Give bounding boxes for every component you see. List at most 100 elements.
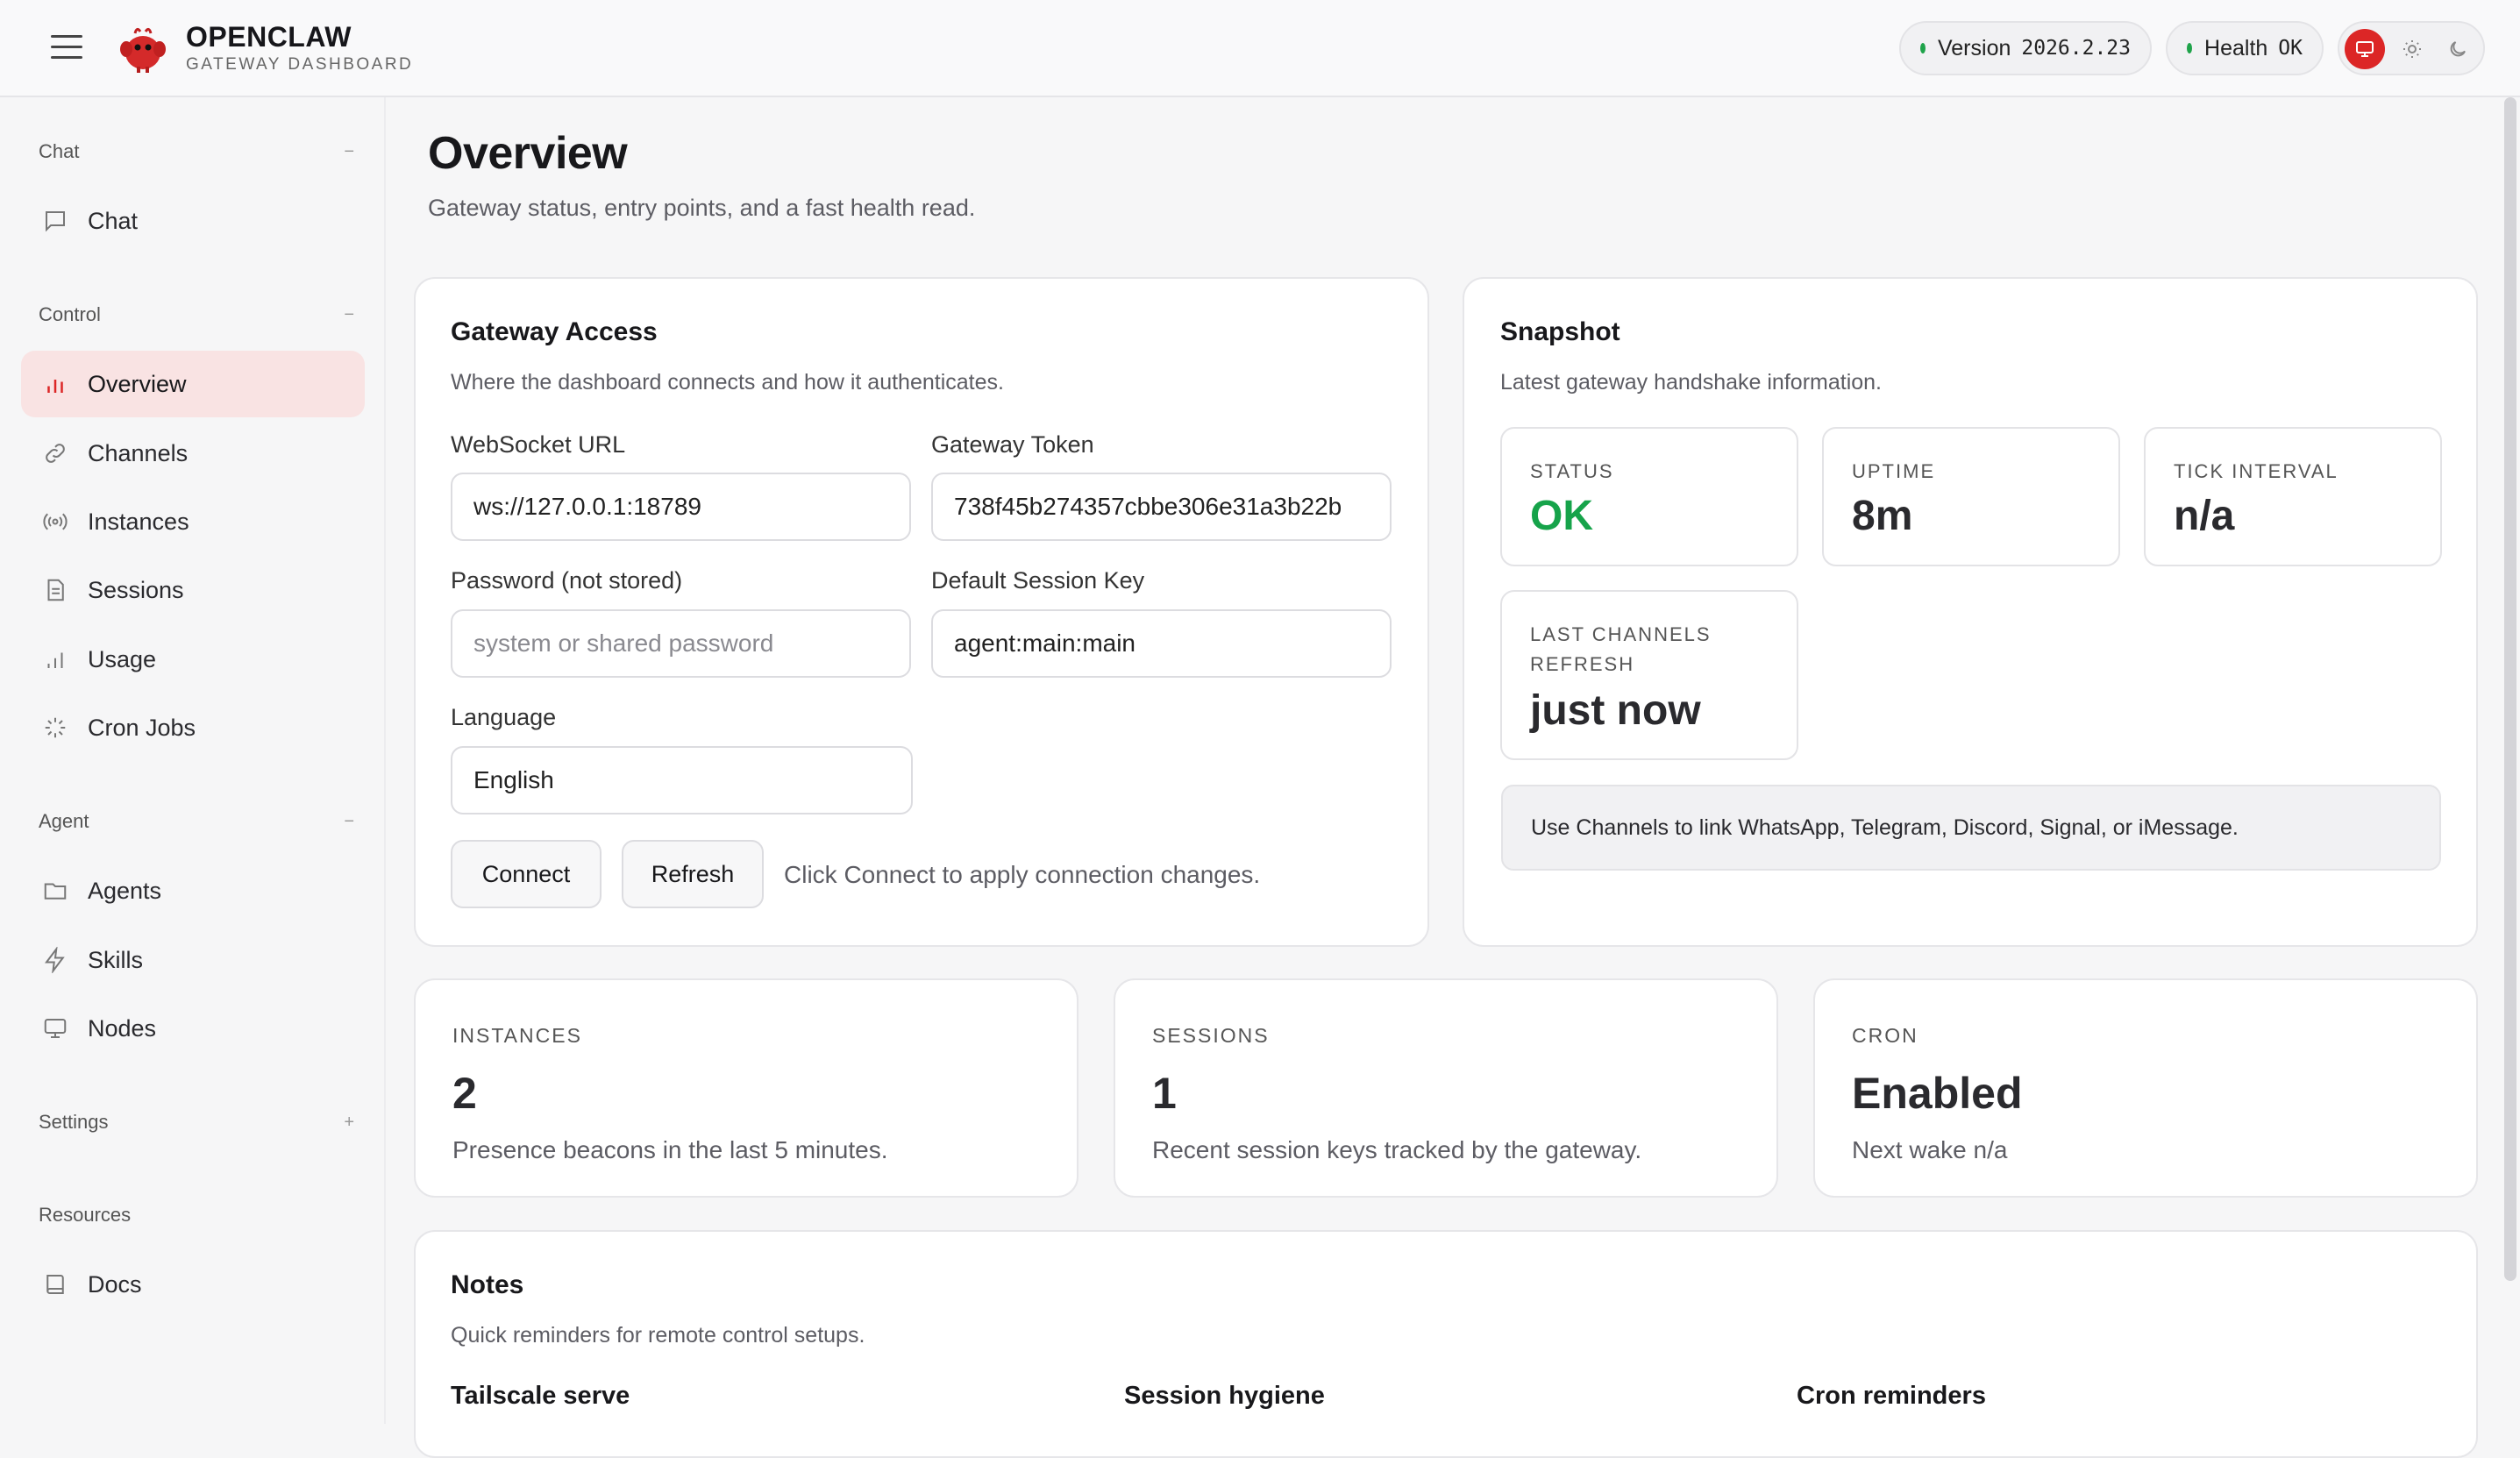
group-label: Chat (39, 140, 80, 162)
cron-card: CRON Enabled Next wake n/a (1813, 978, 2478, 1198)
refresh-button[interactable]: Refresh (622, 840, 764, 908)
connect-button[interactable]: Connect (451, 840, 602, 908)
stat-label-line: REFRESH (1530, 653, 1635, 675)
metric-label: SESSIONS (1152, 1024, 1270, 1047)
stat-value: 8m (1852, 493, 1913, 539)
language-value: English (473, 766, 554, 793)
metric-description: Recent session keys tracked by the gatew… (1152, 1136, 1642, 1163)
brand-title: OPENCLAW (186, 21, 352, 53)
link-icon (40, 438, 70, 468)
sidebar-item-label: Instances (88, 508, 189, 535)
channels-callout: Use Channels to link WhatsApp, Telegram,… (1501, 785, 2441, 871)
password-label: Password (not stored) (451, 567, 683, 594)
group-label: Agent (39, 810, 89, 832)
menu-icon[interactable] (51, 35, 82, 60)
sidebar-item-instances[interactable]: Instances (21, 488, 365, 555)
card-title: Snapshot (1500, 317, 1620, 346)
light-theme-button[interactable] (2392, 29, 2432, 69)
collapse-icon[interactable]: − (344, 305, 354, 325)
password-input[interactable] (451, 609, 911, 678)
brand-subtitle: GATEWAY DASHBOARD (186, 55, 414, 74)
sidebar-group-agent[interactable]: Agent − (39, 804, 354, 839)
collapse-icon[interactable]: − (344, 812, 354, 832)
card-subtitle: Quick reminders for remote control setup… (451, 1323, 865, 1348)
version-label: Version (1937, 35, 2011, 60)
language-select[interactable]: English (451, 746, 913, 814)
sidebar-item-label: Cron Jobs (88, 714, 196, 741)
collapse-icon[interactable]: − (344, 142, 354, 162)
sidebar-group-control[interactable]: Control − (39, 297, 354, 332)
sidebar-group-chat[interactable]: Chat − (39, 134, 354, 169)
dark-theme-button[interactable] (2438, 29, 2478, 69)
page-subtitle: Gateway status, entry points, and a fast… (428, 195, 976, 221)
sidebar-item-nodes[interactable]: Nodes (21, 995, 365, 1062)
monitor-theme-button[interactable] (2345, 29, 2385, 69)
uptime-stat: UPTIME 8m (1822, 427, 2120, 566)
sidebar-item-docs[interactable]: Docs (21, 1251, 365, 1318)
group-label: Control (39, 303, 101, 325)
health-badge: Health OK (2166, 21, 2324, 75)
card-title: Gateway Access (451, 317, 658, 346)
session-key-input[interactable] (931, 609, 1392, 678)
page-title: Overview (428, 128, 628, 179)
metric-value: 2 (452, 1069, 477, 1118)
version-value: 2026.2.23 (2021, 37, 2131, 60)
loader-icon (40, 713, 70, 743)
metric-value: 1 (1152, 1069, 1177, 1118)
card-subtitle: Where the dashboard connects and how it … (451, 370, 1004, 395)
sidebar-item-chat[interactable]: Chat (21, 188, 365, 254)
note-heading: Cron reminders (1797, 1382, 1986, 1410)
metric-label: INSTANCES (452, 1024, 582, 1047)
card-title: Notes (451, 1270, 524, 1299)
note-heading: Session hygiene (1124, 1382, 1325, 1410)
sidebar-item-agents[interactable]: Agents (21, 857, 365, 924)
monitor-icon (40, 1013, 70, 1043)
last-refresh-stat: LAST CHANNELS REFRESH just now (1500, 590, 1798, 760)
expand-icon[interactable]: + (344, 1113, 354, 1133)
stat-label: STATUS (1530, 460, 1614, 482)
sidebar-item-cron-jobs[interactable]: Cron Jobs (21, 694, 365, 761)
sidebar-item-usage[interactable]: Usage (21, 626, 365, 693)
sessions-card: SESSIONS 1 Recent session keys tracked b… (1114, 978, 1778, 1198)
sidebar-item-overview[interactable]: Overview (21, 351, 365, 417)
status-dot-icon (2187, 43, 2193, 53)
book-icon (40, 1270, 70, 1299)
stat-label-line: LAST CHANNELS (1530, 623, 1712, 645)
session-key-label: Default Session Key (931, 567, 1145, 594)
message-icon (40, 206, 70, 236)
sidebar-item-skills[interactable]: Skills (21, 927, 365, 993)
stat-label: TICK INTERVAL (2174, 460, 2338, 482)
sidebar-item-label: Docs (88, 1270, 142, 1298)
sun-icon (2403, 40, 2421, 58)
stat-label: LAST CHANNELS REFRESH (1530, 620, 1712, 679)
sidebar-item-label: Sessions (88, 576, 184, 603)
sidebar-group-settings[interactable]: Settings + (39, 1105, 354, 1140)
metric-description: Presence beacons in the last 5 minutes. (452, 1136, 888, 1163)
group-label: Settings (39, 1111, 109, 1133)
sidebar-item-channels[interactable]: Channels (21, 420, 365, 487)
folder-icon (40, 876, 70, 906)
websocket-url-label: WebSocket URL (451, 431, 626, 458)
metric-value: Enabled (1852, 1069, 2023, 1118)
sidebar-item-sessions[interactable]: Sessions (21, 557, 365, 623)
language-label: Language (451, 704, 557, 730)
websocket-url-input[interactable] (451, 473, 911, 541)
gateway-token-input[interactable] (931, 473, 1392, 541)
sidebar-item-label: Overview (88, 370, 187, 397)
group-label: Resources (39, 1204, 132, 1226)
top-bar: OPENCLAW GATEWAY DASHBOARD Version 2026.… (0, 0, 2520, 97)
metric-label: CRON (1852, 1024, 1918, 1047)
connect-hint: Click Connect to apply connection change… (784, 861, 1261, 888)
theme-switcher (2338, 21, 2485, 75)
status-dot-icon (1920, 43, 1926, 53)
sidebar-group-resources: Resources (39, 1198, 354, 1233)
bar-chart-icon (40, 369, 70, 399)
sidebar-item-label: Nodes (88, 1014, 157, 1042)
broadcast-icon (40, 507, 70, 537)
scrollbar[interactable] (2504, 97, 2516, 1281)
stat-value: OK (1530, 493, 1593, 539)
card-subtitle: Latest gateway handshake information. (1500, 370, 1882, 395)
openclaw-logo (120, 27, 166, 73)
moon-icon (2450, 41, 2466, 57)
version-badge: Version 2026.2.23 (1899, 21, 2152, 75)
